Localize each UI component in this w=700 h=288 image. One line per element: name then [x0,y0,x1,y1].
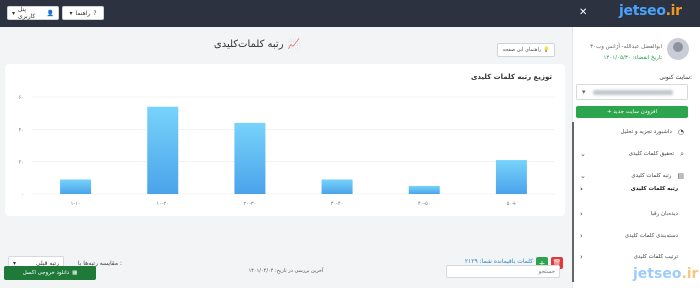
user-panel-button[interactable]: ▾ پنل کاربری 👤 [7,6,59,20]
watermark-logo: jetseo.ir [633,266,699,282]
sidebar-subitem-competitors[interactable]: دیده‌بان رقبا › [578,203,690,225]
help-icon: ? [93,9,97,17]
sidebar-subitem-order[interactable]: ترتیب کلمات کلیدی › [578,246,690,268]
guide-button[interactable]: ▾ راهنما ? [62,6,104,20]
chevron-down-icon: ▾ [69,9,73,17]
remaining-keywords: کلمات باقیمانده شما: ۲۱۲۹ [464,258,533,265]
logo[interactable]: jetseo.ir [619,3,682,19]
search-input[interactable] [446,265,560,278]
sidebar-item-research[interactable]: ⌄ تحقیق کلمات کلیدی ⌕ [578,143,690,165]
page-title: رتبه کلمات‌کلیدی 📈 [213,39,300,50]
file-excel-icon: ▦ [72,270,78,276]
lightbulb-icon: 💡 [543,47,550,53]
user-icon: 👤 [46,9,54,17]
help-button[interactable]: راهنمای این صفحه 💡 [497,43,555,57]
user-name: ابوالفضل عبدالله- آژانس وب٣٠ [590,44,662,50]
close-icon[interactable]: ✕ [579,7,587,18]
site-label: سایت کنونی: [659,74,692,81]
chevron-left-icon: › [580,253,583,261]
top-bar [0,0,700,27]
last-check-date: آخرین بررسی در تاریخ: ۱۴۰۱/۰۴/۰۴ [248,268,324,274]
chart-icon: 📈 [287,39,300,50]
site-select[interactable]: ▾ [576,84,688,100]
chevron-down-icon: ▾ [582,88,586,96]
add-site-button[interactable]: + افزودن سایت جدید [576,106,688,118]
avatar[interactable] [667,38,689,60]
chevron-left-icon: › [580,232,583,240]
chart-title: توزیع رتبه کلمات کلیدی [470,73,552,81]
excel-download-button[interactable]: دانلود خروجی اکسل ▦ [4,266,96,280]
search-icon: ⌕ [680,149,684,158]
sidebar-scrollbar[interactable] [572,122,574,282]
sidebar-item-dashboard[interactable]: داشبورد تجزیه و تحلیل ◔ [578,121,690,143]
chevron-left-icon: › [580,210,583,218]
chevron-down-icon: ▾ [12,9,16,17]
sidebar-subitem-rank[interactable]: رتبه کلمات کلیدی › [578,178,690,200]
chevron-down-icon: ⌄ [580,150,586,158]
chart-card [5,64,565,216]
expire-date: تاریخ انقضاء: ۱۴۰۱/۰۵/۳۰ [603,55,662,61]
chevron-left-icon: › [580,185,583,193]
gauge-icon: ◔ [677,128,684,136]
site-name-blurred [593,90,673,95]
sidebar-subitem-categories[interactable]: دسته‌بندی کلمات کلیدی › [578,225,690,247]
